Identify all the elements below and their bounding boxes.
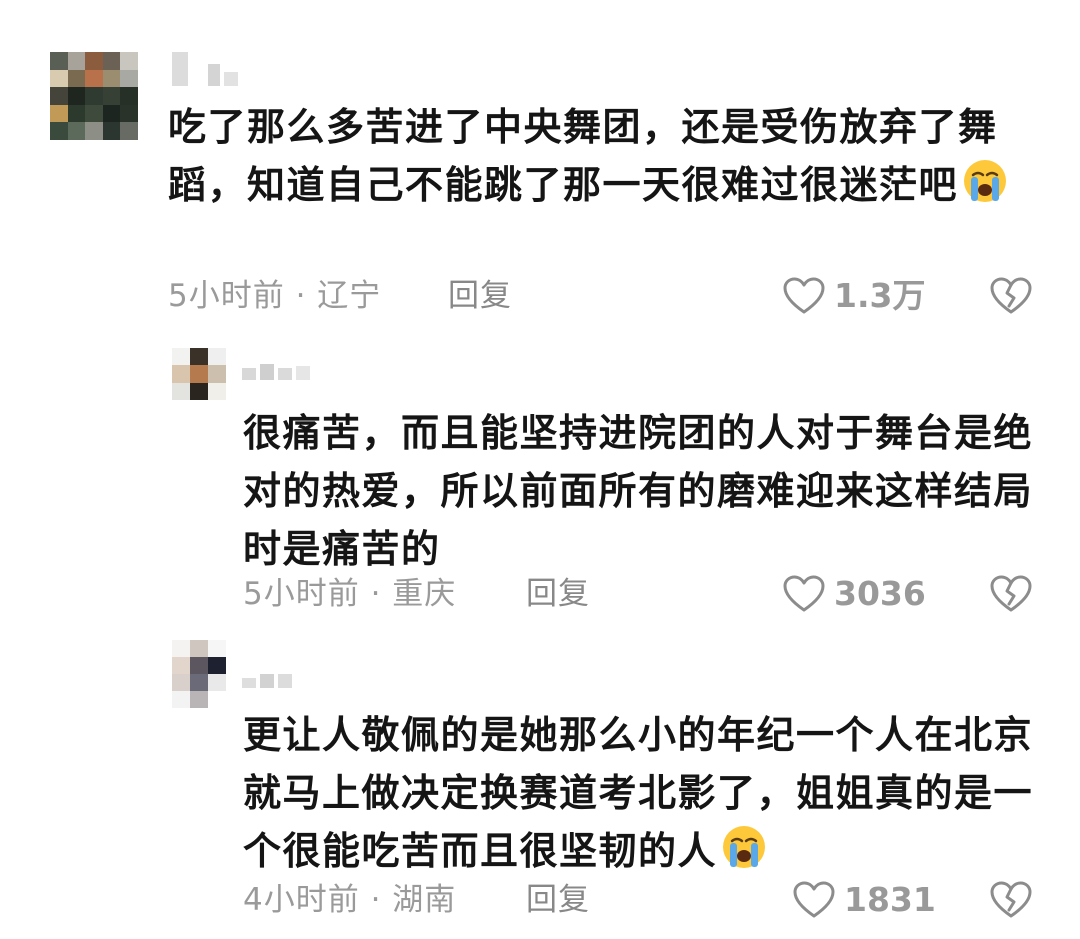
username-blurred[interactable]: [242, 358, 310, 380]
like-count: 1.3万: [834, 276, 926, 315]
heart-outline-icon: [793, 881, 835, 918]
time-location: 4小时前 · 湖南: [243, 882, 457, 918]
comment-text: 吃了那么多苦进了中央舞团，还是受伤放弃了舞蹈，知道自己不能跳了那一天很难过很迷茫…: [168, 98, 1036, 214]
comment-text: 很痛苦，而且能坚持进院团的人对于舞台是绝对的热爱，所以前面所有的磨难迎来这样结局…: [243, 404, 1036, 578]
comment-meta: 4小时前 · 湖南 回复 1831: [0, 880, 1080, 920]
like-button[interactable]: 3036: [782, 574, 926, 614]
time-location: 5小时前 · 重庆: [243, 576, 457, 612]
broken-heart-icon[interactable]: [988, 574, 1034, 614]
broken-heart-icon[interactable]: [988, 880, 1034, 920]
avatar[interactable]: [172, 640, 226, 708]
reply-button[interactable]: 回复: [448, 276, 512, 316]
username-blurred[interactable]: [242, 672, 292, 688]
like-count: 1831: [844, 880, 936, 919]
loudly-crying-face-icon: [723, 826, 766, 868]
comment-feed: 吃了那么多苦进了中央舞团，还是受伤放弃了舞蹈，知道自己不能跳了那一天很难过很迷茫…: [0, 0, 1080, 939]
comment-body: 很痛苦，而且能坚持进院团的人对于舞台是绝对的热爱，所以前面所有的磨难迎来这样结局…: [243, 411, 1034, 571]
reply-button[interactable]: 回复: [526, 880, 590, 920]
comment-body: 更让人敬佩的是她那么小的年纪一个人在北京就马上做决定换赛道考北影了，姐姐真的是一…: [243, 713, 1034, 873]
username-blurred[interactable]: [172, 52, 238, 86]
comment-meta: 5小时前 · 重庆 回复 3036: [0, 574, 1080, 614]
comment-body: 吃了那么多苦进了中央舞团，还是受伤放弃了舞蹈，知道自己不能跳了那一天很难过很迷茫…: [168, 105, 998, 207]
broken-heart-icon[interactable]: [988, 276, 1034, 316]
time-location: 5小时前 · 辽宁: [168, 278, 382, 314]
avatar[interactable]: [172, 348, 226, 400]
avatar[interactable]: [50, 52, 138, 140]
like-button[interactable]: 1831: [792, 880, 936, 920]
loudly-crying-face-icon: [964, 160, 1007, 202]
comment-text: 更让人敬佩的是她那么小的年纪一个人在北京就马上做决定换赛道考北影了，姐姐真的是一…: [243, 706, 1036, 880]
like-button[interactable]: 1.3万: [782, 276, 925, 316]
reply-button[interactable]: 回复: [526, 574, 590, 614]
heart-outline-icon: [783, 575, 825, 612]
comment-meta: 5小时前 · 辽宁 回复 1.3万: [0, 276, 1080, 316]
heart-outline-icon: [783, 277, 825, 314]
like-count: 3036: [834, 574, 926, 613]
